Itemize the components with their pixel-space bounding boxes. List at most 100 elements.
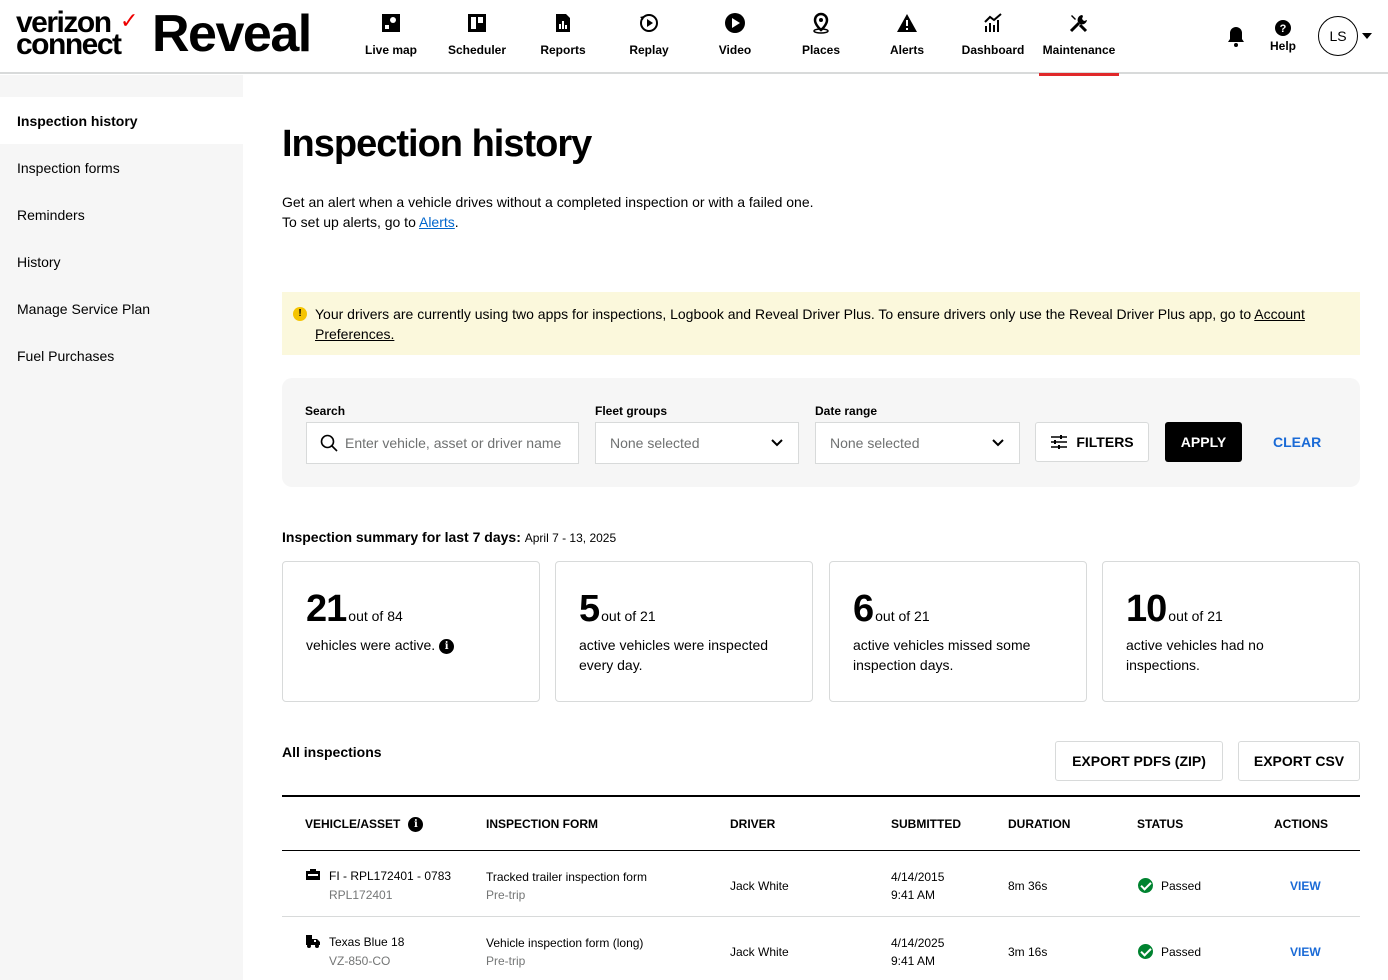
help-icon: ? xyxy=(1274,19,1291,36)
check-circle-icon xyxy=(1138,944,1153,959)
sidebar-item-inspection-history[interactable]: Inspection history xyxy=(0,97,243,144)
fleet-groups-value: None selected xyxy=(610,435,700,451)
filters-button[interactable]: FILTERS xyxy=(1035,422,1149,462)
nav-scheduler[interactable]: Scheduler xyxy=(434,0,520,74)
intro-line-2: To set up alerts, go to Alerts. xyxy=(282,212,814,232)
scheduler-icon xyxy=(468,14,486,32)
export-csv-button[interactable]: EXPORT CSV xyxy=(1238,741,1360,781)
chevron-down-icon xyxy=(992,439,1004,447)
clear-button[interactable]: CLEAR xyxy=(1273,422,1321,462)
date-range-value: None selected xyxy=(830,435,920,451)
nav-live-map[interactable]: Live map xyxy=(348,0,434,74)
reports-icon xyxy=(556,14,570,32)
inspections-table: VEHICLE/ASSET i INSPECTION FORM DRIVER SU… xyxy=(282,795,1360,980)
status-label: Passed xyxy=(1161,879,1202,893)
video-icon xyxy=(725,13,745,33)
nav-alerts[interactable]: Alerts xyxy=(864,0,950,74)
col-vehicle-asset-label: VEHICLE/ASSET xyxy=(305,817,401,831)
col-status[interactable]: STATUS xyxy=(1137,817,1183,831)
sidebar-item-history[interactable]: History xyxy=(0,238,243,285)
top-bar: verizon connect ✓ Reveal Live map Schedu… xyxy=(0,0,1388,76)
fleet-groups-label: Fleet groups xyxy=(595,404,668,418)
col-inspection-form[interactable]: INSPECTION FORM xyxy=(486,817,598,831)
col-vehicle-asset[interactable]: VEHICLE/ASSET i xyxy=(305,817,424,832)
view-link[interactable]: VIEW xyxy=(1290,945,1321,959)
main-nav: Live map Scheduler Reports Replay Video … xyxy=(348,0,1122,76)
filters-button-label: FILTERS xyxy=(1076,434,1134,450)
status-label: Passed xyxy=(1161,945,1202,959)
apply-button[interactable]: APPLY xyxy=(1165,422,1242,462)
nav-video[interactable]: Video xyxy=(692,0,778,74)
sidebar-item-manage-service-plan[interactable]: Manage Service Plan xyxy=(0,285,243,332)
card-text: vehicles were active. i xyxy=(306,635,517,655)
nav-dashboard[interactable]: Dashboard xyxy=(950,0,1036,74)
nav-reports[interactable]: Reports xyxy=(520,0,606,74)
card-of: out of 21 xyxy=(875,608,930,624)
date-range-select[interactable]: None selected xyxy=(815,422,1020,464)
driver-name: Jack White xyxy=(730,945,789,959)
card-text-label: vehicles were active. xyxy=(306,637,436,653)
duration: 8m 36s xyxy=(1008,879,1048,893)
vehicle-name: FI - RPL172401 - 0783 xyxy=(329,869,452,883)
inspection-type: Pre-trip xyxy=(486,888,526,902)
live-map-icon xyxy=(382,14,400,32)
summary-heading-label: Inspection summary for last 7 days: xyxy=(282,529,521,545)
info-icon[interactable]: i xyxy=(408,817,424,832)
summary-card-inspected-daily: 5 out of 21 active vehicles were inspecte… xyxy=(555,561,813,702)
col-duration[interactable]: DURATION xyxy=(1008,817,1070,831)
card-number: 6 xyxy=(853,588,874,630)
verizon-connect-logo: verizon connect ✓ xyxy=(16,8,140,60)
inspection-form-name: Tracked trailer inspection form xyxy=(486,870,647,884)
submitted-date: 4/14/2015 xyxy=(891,870,945,884)
nav-replay[interactable]: Replay xyxy=(606,0,692,74)
info-icon[interactable]: i xyxy=(439,639,455,654)
export-pdfs-button[interactable]: EXPORT PDFS (ZIP) xyxy=(1055,741,1223,781)
submitted-time: 9:41 AM xyxy=(891,954,936,968)
table-row[interactable]: FI - RPL172401 - 0783 RPL172401 Tracked … xyxy=(282,851,1360,917)
search-icon xyxy=(320,434,338,452)
sidebar-item-inspection-forms[interactable]: Inspection forms xyxy=(0,144,243,191)
dashboard-icon xyxy=(984,13,1002,32)
sliders-icon xyxy=(1051,435,1068,449)
vehicle-id: VZ-850-CO xyxy=(329,954,391,968)
product-name: Reveal xyxy=(152,5,312,63)
brand-logo[interactable]: verizon connect ✓ Reveal xyxy=(16,5,312,63)
header-actions: ? Help LS xyxy=(1224,0,1372,72)
places-icon xyxy=(813,12,829,34)
card-text: active vehicles missed some inspection d… xyxy=(853,637,1031,673)
bell-icon[interactable] xyxy=(1224,24,1248,48)
summary-card-missed-days: 6 out of 21 active vehicles missed some i… xyxy=(829,561,1087,702)
intro-prefix: To set up alerts, go to xyxy=(282,214,419,230)
nav-label: Reports xyxy=(540,43,586,57)
help-button[interactable]: ? Help xyxy=(1270,19,1296,53)
vehicle-id: RPL172401 xyxy=(329,888,393,902)
warning-icon: ! xyxy=(293,307,307,321)
vehicle-name: Texas Blue 18 xyxy=(329,935,405,949)
summary-heading: Inspection summary for last 7 days: Apri… xyxy=(282,529,616,545)
fleet-groups-select[interactable]: None selected xyxy=(595,422,799,464)
col-submitted[interactable]: SUBMITTED xyxy=(891,817,961,831)
nav-places[interactable]: Places xyxy=(778,0,864,74)
nav-label: Video xyxy=(718,43,752,57)
duration: 3m 16s xyxy=(1008,945,1048,959)
summary-range: April 7 - 13, 2025 xyxy=(524,531,617,545)
nav-label: Scheduler xyxy=(447,43,507,57)
sidebar-item-fuel-purchases[interactable]: Fuel Purchases xyxy=(0,332,243,379)
page-title: Inspection history xyxy=(282,123,592,165)
replay-icon xyxy=(640,14,658,32)
view-link[interactable]: VIEW xyxy=(1290,879,1321,893)
table-row[interactable]: Texas Blue 18 VZ-850-CO Vehicle inspecti… xyxy=(282,917,1360,980)
alerts-link[interactable]: Alerts xyxy=(419,214,455,230)
card-of: out of 84 xyxy=(348,608,403,624)
search-placeholder: Enter vehicle, asset or driver name xyxy=(345,435,562,451)
all-inspections-heading: All inspections xyxy=(282,744,382,760)
sidebar-item-reminders[interactable]: Reminders xyxy=(0,191,243,238)
chevron-down-icon[interactable] xyxy=(1362,33,1372,39)
col-driver[interactable]: DRIVER xyxy=(730,817,775,831)
notice-banner: ! Your drivers are currently using two a… xyxy=(282,292,1360,355)
avatar[interactable]: LS xyxy=(1318,16,1358,56)
nav-maintenance[interactable]: Maintenance xyxy=(1036,0,1122,76)
chevron-down-icon xyxy=(771,439,783,447)
submitted-time: 9:41 AM xyxy=(891,888,936,902)
search-input[interactable]: Enter vehicle, asset or driver name xyxy=(306,422,579,464)
